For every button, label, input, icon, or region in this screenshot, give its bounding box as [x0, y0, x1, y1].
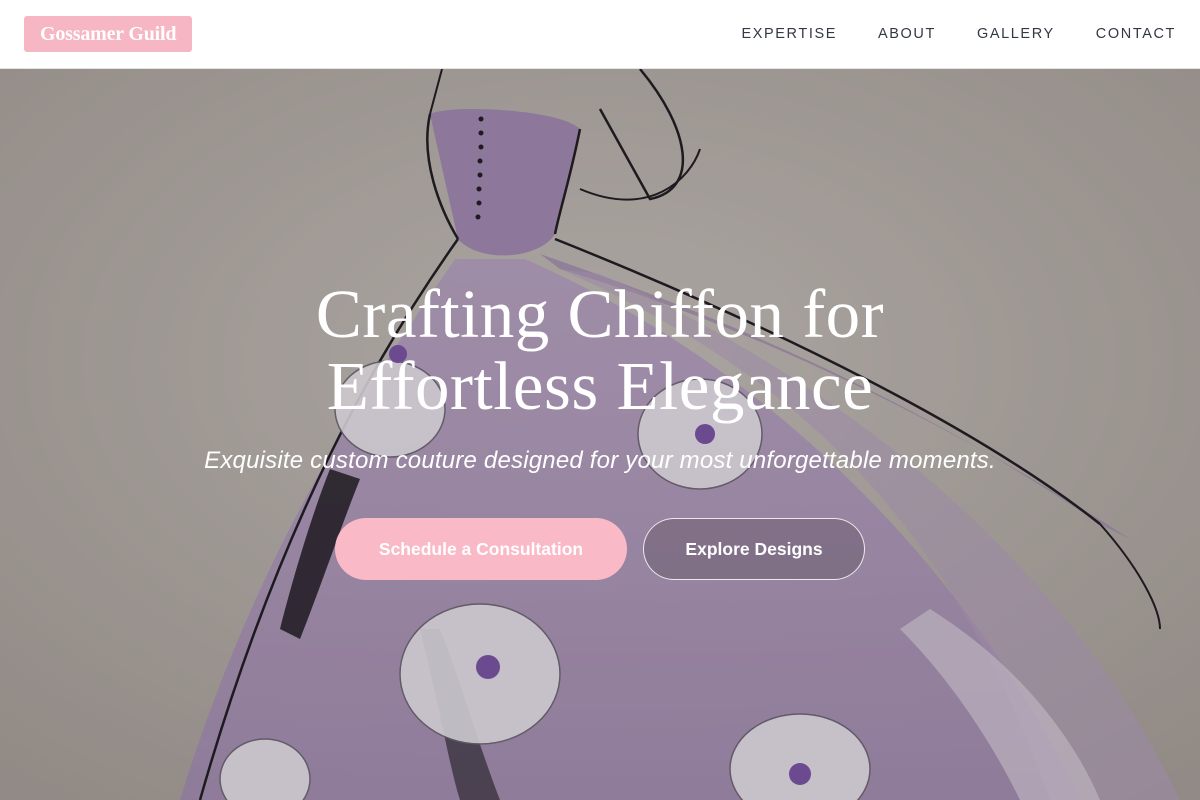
nav-link-gallery[interactable]: GALLERY: [977, 26, 1055, 42]
explore-designs-button[interactable]: Explore Designs: [643, 518, 865, 580]
main-nav: EXPERTISE ABOUT GALLERY CONTACT: [700, 26, 1176, 42]
logo[interactable]: Gossamer Guild: [24, 16, 193, 52]
hero-content: Crafting Chiffon for Effortless Elegance…: [0, 69, 1200, 800]
schedule-consultation-button[interactable]: Schedule a Consultation: [335, 518, 627, 580]
hero-title: Crafting Chiffon for Effortless Elegance: [0, 278, 1200, 422]
hero-title-line-2: Effortless Elegance: [326, 348, 874, 424]
hero-section: Crafting Chiffon for Effortless Elegance…: [0, 69, 1200, 800]
site-header: Gossamer Guild EXPERTISE ABOUT GALLERY C…: [0, 0, 1200, 69]
nav-link-contact[interactable]: CONTACT: [1096, 26, 1176, 42]
hero-subtitle: Exquisite custom couture designed for yo…: [204, 447, 996, 474]
hero-title-line-1: Crafting Chiffon for: [315, 276, 885, 352]
nav-link-about[interactable]: ABOUT: [878, 26, 936, 42]
nav-link-expertise[interactable]: EXPERTISE: [741, 26, 837, 42]
